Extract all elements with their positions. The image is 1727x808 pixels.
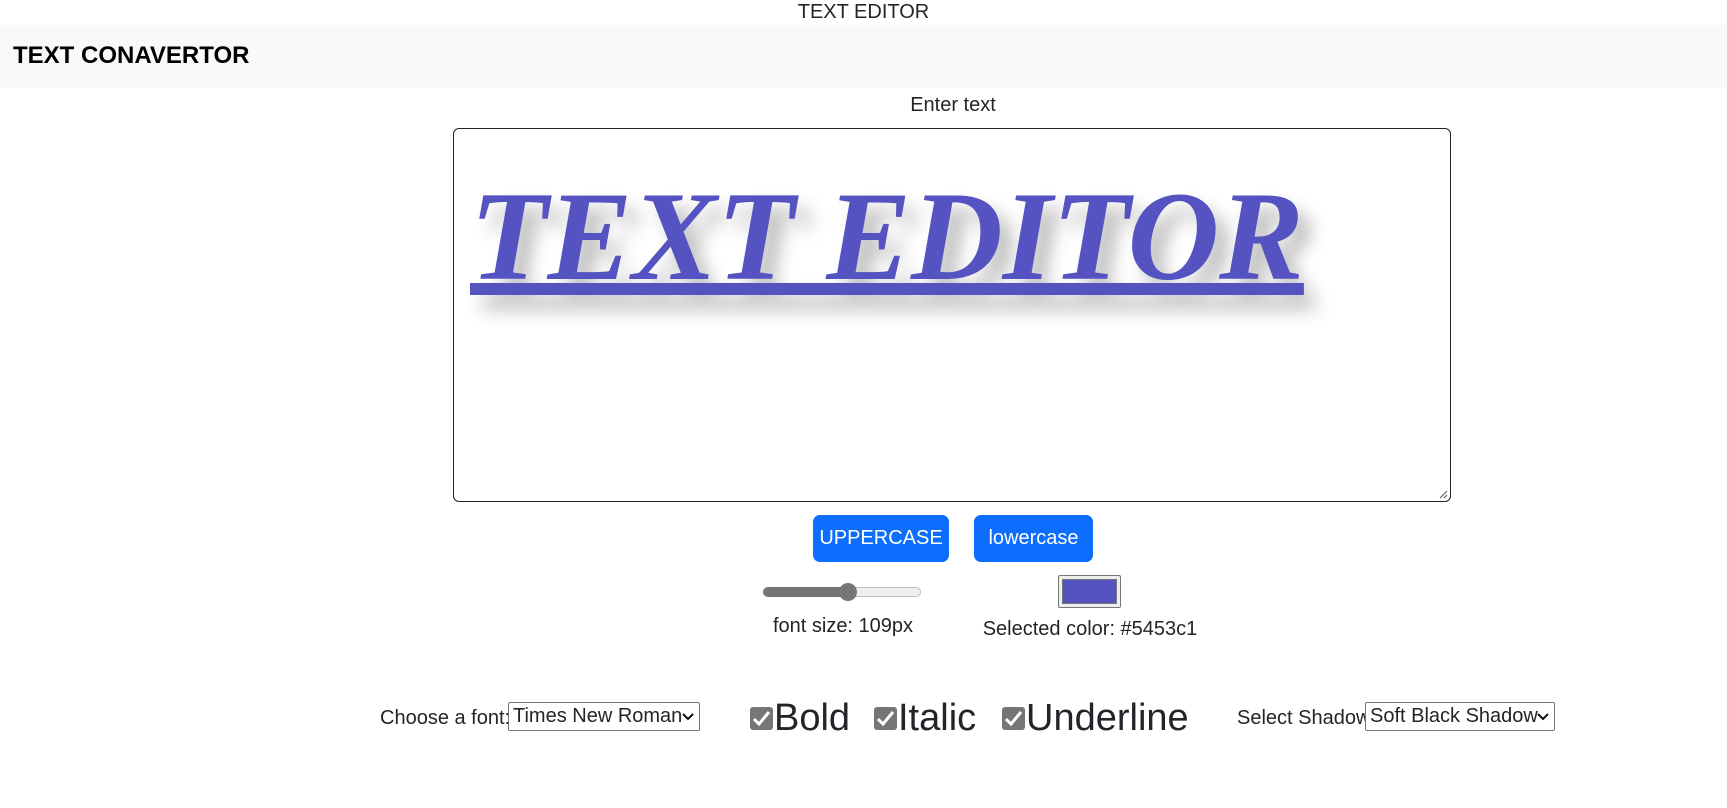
font-size-slider[interactable] [763,583,921,601]
navbar-brand[interactable]: TEXT CONAVERTOR [13,41,249,71]
check-icon [876,711,895,727]
shadow-select[interactable]: Soft Black Shadow [1365,702,1555,731]
underline-checkbox[interactable] [1002,707,1025,730]
resize-grip-icon[interactable] [1438,489,1448,499]
font-select-value: Times New Roman [513,705,683,727]
bold-label: Bold [774,697,851,739]
shadow-select-value: Soft Black Shadow [1370,705,1538,727]
check-icon [752,711,771,727]
font-size-label: font size: 109px [772,615,914,637]
lowercase-button[interactable]: lowercase [974,515,1093,562]
font-size-slider-thumb[interactable] [839,583,857,601]
page-title: TEXT EDITOR [797,1,930,23]
select-shadow-label: Select Shadow [1237,707,1371,729]
selected-color-label: Selected color: #5453c1 [982,618,1198,640]
text-input-area[interactable]: TEXT EDITOR [453,128,1451,502]
chevron-down-icon [1537,713,1549,721]
navbar: TEXT CONAVERTOR [0,25,1727,88]
uppercase-button[interactable]: UPPERCASE [813,515,949,562]
font-size-slider-fill [763,587,847,597]
color-picker-swatch [1062,579,1117,604]
italic-label: Italic [898,697,977,739]
font-select[interactable]: Times New Roman [508,702,700,731]
check-icon [1004,711,1023,727]
italic-checkbox[interactable] [874,707,897,730]
choose-font-label: Choose a font: [380,707,511,729]
editor-text: TEXT EDITOR [470,167,1304,307]
chevron-down-icon [682,713,694,721]
underline-label: Underline [1026,697,1189,739]
color-picker[interactable] [1058,575,1121,608]
bold-checkbox[interactable] [750,707,773,730]
enter-text-label: Enter text [910,94,996,116]
